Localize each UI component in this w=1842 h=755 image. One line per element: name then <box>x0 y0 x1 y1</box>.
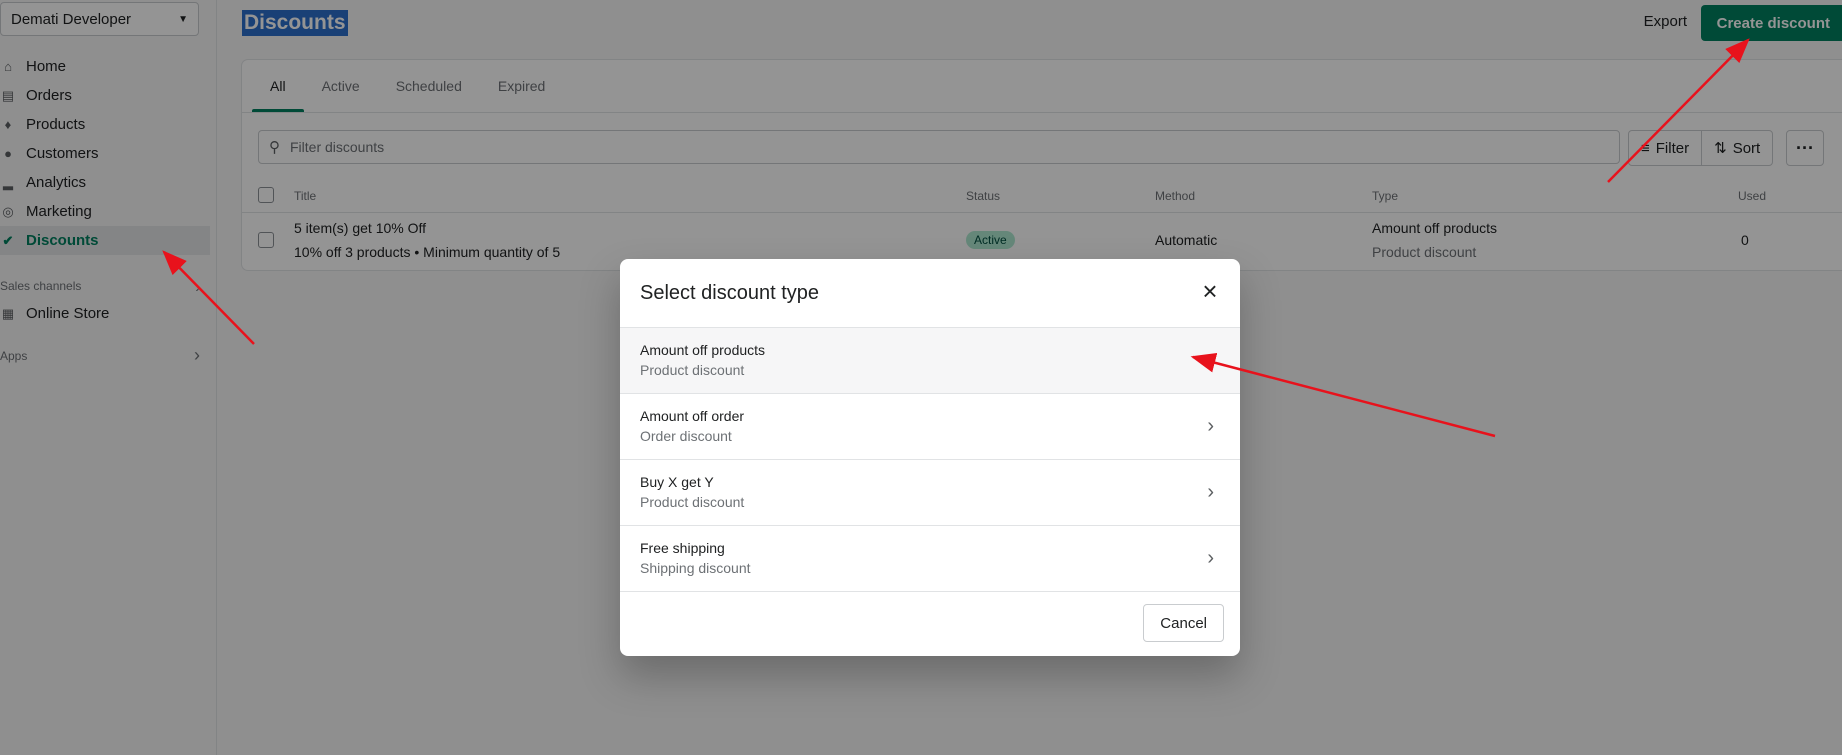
annotation-arrows <box>162 38 1750 438</box>
annotation-arrow <box>162 250 255 345</box>
annotation-arrow <box>1607 38 1750 183</box>
annotation-arrow <box>1190 353 1496 438</box>
